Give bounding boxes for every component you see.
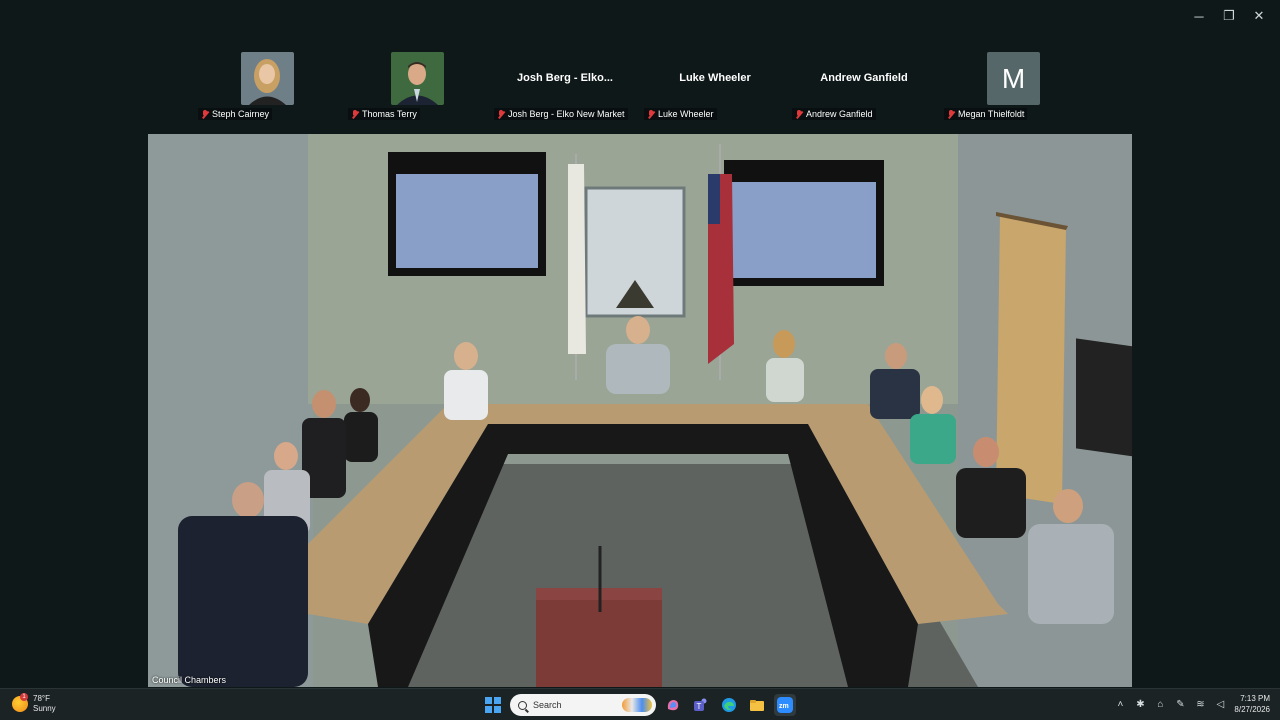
teams-icon[interactable]: T: [690, 694, 712, 716]
participant-tile-title: Andrew Ganfield: [820, 72, 908, 84]
volume-icon[interactable]: ◁: [1214, 698, 1226, 710]
participant-tile[interactable]: M Megan Thielfoldt: [940, 50, 1080, 122]
participant-label: Josh Berg - Elko New Market: [494, 108, 628, 120]
file-explorer-icon[interactable]: [746, 694, 768, 716]
zoom-app-icon[interactable]: zm: [774, 694, 796, 716]
participant-strip: Steph Cairney Thomas Terry Josh Berg - E…: [190, 50, 1070, 122]
copilot-icon[interactable]: [662, 694, 684, 716]
participant-tile[interactable]: Luke Wheeler Luke Wheeler: [642, 50, 782, 122]
window-controls: ─ ❐ ✕: [1184, 6, 1274, 26]
edge-browser-icon[interactable]: [718, 694, 740, 716]
avatar-letter: M: [987, 52, 1040, 105]
wifi-icon[interactable]: ≋: [1194, 698, 1206, 710]
clock-date: 8/27/2026: [1234, 705, 1270, 714]
main-video[interactable]: Council Chambers: [148, 134, 1132, 687]
mic-muted-icon: [497, 109, 505, 119]
council-chamber-video-frame: [148, 134, 1132, 687]
vpn-icon[interactable]: ⌂: [1154, 698, 1166, 710]
notification-badge: 1: [20, 693, 28, 701]
taskbar-search[interactable]: Search: [510, 694, 656, 716]
participant-label: Andrew Ganfield: [792, 108, 876, 120]
mic-muted-icon: [647, 109, 655, 119]
close-button[interactable]: ✕: [1244, 6, 1274, 26]
svg-text:T: T: [697, 702, 702, 711]
participant-tile[interactable]: Andrew Ganfield Andrew Ganfield: [790, 50, 930, 122]
participant-label: Luke Wheeler: [644, 108, 717, 120]
pen-icon[interactable]: ✎: [1174, 698, 1186, 710]
minimize-button[interactable]: ─: [1184, 6, 1214, 26]
svg-text:zm: zm: [779, 703, 789, 710]
participant-photo: [391, 52, 444, 105]
taskbar: 1 78°F Sunny Search T zm ˄ ✱ ⌂ ✎ ≋ ◁ 7:1…: [0, 688, 1280, 720]
bluetooth-icon[interactable]: ✱: [1134, 698, 1146, 710]
weather-temp: 78°F: [33, 694, 50, 703]
participant-tile-title: Josh Berg - Elko...: [517, 72, 613, 84]
windows-start-icon[interactable]: [482, 694, 504, 716]
participant-tile[interactable]: Josh Berg - Elko... Josh Berg - Elko New…: [492, 50, 632, 122]
search-icon: [518, 700, 527, 710]
participant-avatar: M: [987, 52, 1040, 105]
participant-tile[interactable]: Steph Cairney: [194, 50, 334, 122]
clock-time: 7:13 PM: [1240, 694, 1270, 703]
zoom-window: ─ ❐ ✕ Steph Cairney Thomas Terry Josh Be…: [0, 0, 1280, 688]
search-placeholder: Search: [533, 700, 562, 710]
mic-muted-icon: [201, 109, 209, 119]
participant-label: Megan Thielfoldt: [944, 108, 1028, 120]
mic-muted-icon: [947, 109, 955, 119]
room-label: Council Chambers: [152, 675, 227, 685]
sun-icon: 1: [12, 693, 28, 712]
participant-tile[interactable]: Thomas Terry: [344, 50, 484, 122]
mic-muted-icon: [351, 109, 359, 119]
taskbar-apps: Search T zm: [482, 694, 796, 716]
participant-label: Thomas Terry: [348, 108, 420, 120]
weather-condition: Sunny: [33, 704, 56, 713]
chevron-up-icon[interactable]: ˄: [1114, 698, 1126, 710]
participant-tile-title: Luke Wheeler: [679, 72, 751, 84]
clock[interactable]: 7:13 PM 8/27/2026: [1234, 693, 1270, 715]
participant-photo: [241, 52, 294, 105]
weather-widget[interactable]: 1 78°F Sunny: [12, 693, 56, 714]
participant-label: Steph Cairney: [198, 108, 273, 120]
system-tray: ˄ ✱ ⌂ ✎ ≋ ◁ 7:13 PM 8/27/2026: [1114, 693, 1270, 715]
restore-button[interactable]: ❐: [1214, 6, 1244, 26]
search-highlight-icon: [622, 698, 652, 712]
mic-muted-icon: [795, 109, 803, 119]
